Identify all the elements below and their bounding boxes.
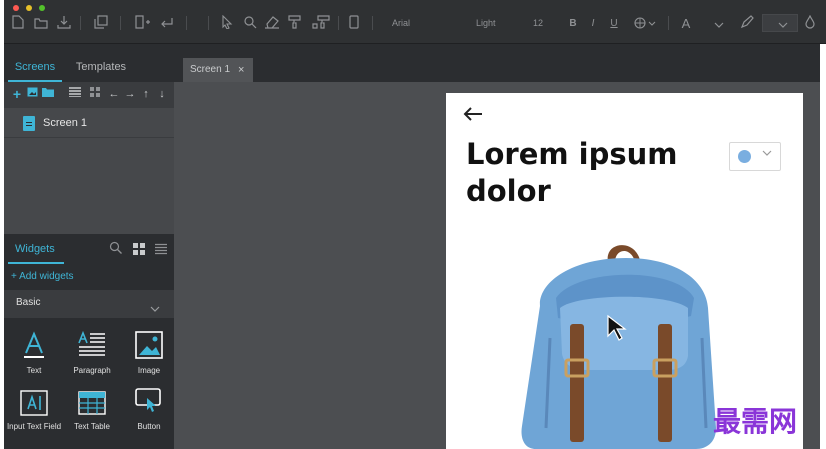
add-widgets-link[interactable]: + Add widgets (11, 271, 74, 282)
back-arrow-icon[interactable] (462, 104, 484, 128)
font-size-field[interactable]: 12 (529, 13, 557, 33)
list-view-icon[interactable] (68, 87, 82, 101)
toolbar-separator (80, 16, 81, 30)
color-dropdown[interactable] (729, 142, 781, 171)
category-label: Basic (16, 297, 41, 308)
toolbar-separator (338, 16, 339, 30)
font-family-select[interactable]: Arial (388, 13, 458, 33)
toolbar-separator (372, 16, 373, 30)
table-icon[interactable] (78, 391, 106, 415)
color-swatch (738, 150, 751, 163)
tab-screens[interactable]: Screens (8, 56, 62, 82)
minimize-window-button[interactable] (26, 5, 32, 11)
grid-view-icon[interactable] (88, 87, 102, 101)
document-tabs (174, 44, 826, 82)
toolbar-separator (208, 16, 209, 30)
arrow-left-icon[interactable]: ← (107, 87, 121, 101)
open-folder-icon[interactable] (32, 15, 50, 33)
select-cursor-icon[interactable] (218, 14, 236, 33)
hero-heading: Lorem ipsum dolor (466, 137, 678, 208)
widget-label: Paragraph (73, 366, 111, 375)
toolbar-separator (186, 16, 187, 30)
pen-icon[interactable] (738, 15, 756, 33)
screen-item-label: Screen 1 (43, 117, 88, 129)
grid-view-icon[interactable] (133, 242, 145, 255)
arrow-up-icon[interactable]: ↑ (139, 87, 153, 101)
chevron-down-icon[interactable] (712, 15, 726, 33)
text-align-icon[interactable] (632, 15, 660, 33)
document-tab-screen-1[interactable]: Screen 1 × (183, 58, 253, 82)
arrow-down-icon[interactable]: ↓ (155, 87, 169, 101)
device-phone-icon[interactable] (345, 15, 363, 33)
toolbar-separator (120, 16, 121, 30)
new-file-icon[interactable] (9, 15, 27, 33)
text-color-button[interactable]: A (679, 15, 693, 33)
image-icon[interactable] (135, 331, 163, 359)
search-icon[interactable] (109, 241, 123, 255)
widget-label: Text (26, 366, 42, 375)
toolbar-separator (668, 16, 669, 30)
eraser-icon[interactable] (263, 15, 281, 33)
text-icon[interactable] (20, 331, 48, 359)
chevron-down-icon[interactable] (150, 300, 162, 312)
chevron-down-icon[interactable] (776, 15, 790, 33)
widget-label: Text Table (74, 422, 110, 431)
arrow-right-icon[interactable]: → (123, 87, 137, 101)
document-tab-label: Screen 1 (190, 64, 231, 75)
add-screen-icon[interactable] (134, 15, 152, 33)
tab-templates[interactable]: Templates (68, 56, 134, 82)
close-tab-icon[interactable]: × (238, 58, 244, 82)
duplicate-icon[interactable] (92, 15, 110, 33)
widget-label: Input Text Field (6, 422, 62, 431)
chevron-down-icon[interactable] (762, 149, 772, 160)
bold-button[interactable]: B (566, 15, 580, 33)
screen-page-icon (23, 116, 35, 131)
watermark-text: 最需网 (713, 405, 798, 438)
app-window: Arial Light 12 B I U A Screens Templates… (0, 0, 826, 449)
link-return-icon[interactable] (158, 15, 176, 33)
widget-label: Button (137, 422, 161, 431)
fill-drop-icon[interactable] (803, 14, 817, 33)
list-view-icon[interactable] (155, 242, 167, 255)
style-brush-icon[interactable] (311, 15, 331, 33)
widget-label: Image (137, 366, 161, 375)
add-folder-icon[interactable] (41, 87, 55, 101)
download-icon[interactable] (55, 15, 73, 33)
widgets-tab-underline (8, 262, 64, 264)
widgets-title: Widgets (15, 243, 55, 255)
backpack-image (516, 238, 728, 449)
format-painter-icon[interactable] (286, 15, 304, 33)
input-text-icon[interactable] (20, 390, 48, 416)
add-image-screen-icon[interactable] (25, 87, 39, 101)
add-icon[interactable]: + (10, 87, 24, 101)
font-weight-select[interactable]: Light (472, 13, 522, 33)
button-icon[interactable] (135, 388, 163, 416)
paragraph-icon[interactable] (77, 330, 107, 359)
underline-button[interactable]: U (607, 15, 621, 33)
maximize-window-button[interactable] (39, 5, 45, 11)
close-window-button[interactable] (13, 5, 19, 11)
window-edge (820, 44, 826, 449)
italic-button[interactable]: I (587, 15, 599, 33)
zoom-icon[interactable] (241, 15, 259, 33)
